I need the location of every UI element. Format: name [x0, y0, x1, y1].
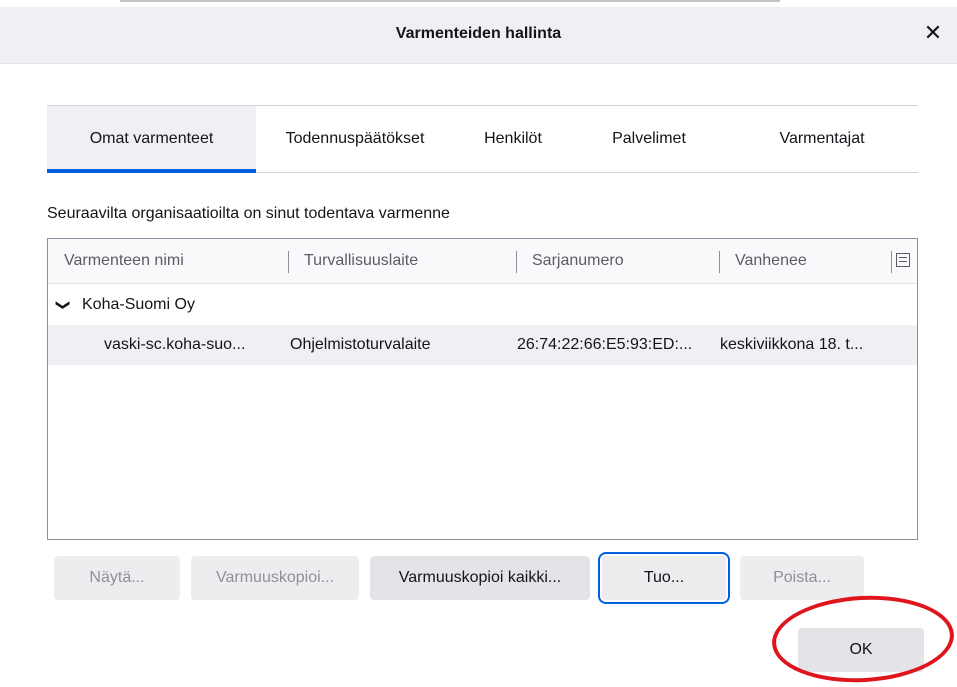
- tab-label: Palvelimet: [612, 130, 686, 147]
- tab-people[interactable]: Henkilöt: [454, 106, 572, 172]
- certificate-tabs: Omat varmenteet Todennuspäätökset Henkil…: [47, 105, 918, 173]
- tab-authentication-decisions[interactable]: Todennuspäätökset: [256, 106, 454, 172]
- dialog-title: Varmenteiden hallinta: [395, 25, 562, 42]
- tab-servers[interactable]: Palvelimet: [572, 106, 726, 172]
- column-header-name[interactable]: Varmenteen nimi: [64, 239, 184, 283]
- tab-label: Varmentajat: [779, 130, 865, 147]
- column-picker-icon[interactable]: [896, 253, 910, 267]
- column-splitter[interactable]: [719, 251, 720, 273]
- tab-authorities[interactable]: Varmentajat: [726, 106, 918, 172]
- ok-button[interactable]: OK: [798, 628, 924, 672]
- window-top-border: [120, 0, 780, 2]
- column-header-expires[interactable]: Vanhenee: [735, 239, 807, 283]
- tree-group-row[interactable]: ❯ Koha-Suomi Oy: [48, 285, 917, 325]
- tab-description: Seuraavilta organisaatioilta on sinut to…: [47, 205, 450, 222]
- tab-label: Omat varmenteet: [89, 130, 214, 147]
- backup-button[interactable]: Varmuuskopioi...: [191, 556, 359, 600]
- cell-expires: keskiviikkona 18. t...: [720, 336, 864, 353]
- chevron-down-icon[interactable]: ❯: [48, 299, 84, 311]
- tab-own-certificates[interactable]: Omat varmenteet: [47, 106, 256, 173]
- tab-label: Henkilöt: [484, 130, 542, 147]
- view-button[interactable]: Näytä...: [54, 556, 180, 600]
- dialog-titlebar: Varmenteiden hallinta ✕: [0, 7, 957, 64]
- column-splitter: [891, 251, 892, 273]
- table-row[interactable]: vaski-sc.koha-suo... Ohjelmistoturvalait…: [48, 325, 917, 365]
- column-splitter[interactable]: [288, 251, 289, 273]
- cell-security-device: Ohjelmistoturvalaite: [290, 336, 431, 353]
- group-name: Koha-Suomi Oy: [82, 296, 195, 313]
- backup-all-button[interactable]: Varmuuskopioi kaikki...: [370, 556, 590, 600]
- close-icon[interactable]: ✕: [921, 21, 945, 45]
- delete-button[interactable]: Poista...: [740, 556, 864, 600]
- tab-label: Todennuspäätökset: [285, 130, 425, 147]
- import-button[interactable]: Tuo...: [598, 552, 730, 604]
- cell-serial-number: 26:74:22:66:E5:93:ED:...: [517, 336, 693, 353]
- column-splitter[interactable]: [516, 251, 517, 273]
- column-header-serial[interactable]: Sarjanumero: [532, 239, 624, 283]
- cell-certificate-name: vaski-sc.koha-suo...: [104, 336, 246, 353]
- tree-header: Varmenteen nimi Turvallisuuslaite Sarjan…: [48, 239, 917, 284]
- column-header-device[interactable]: Turvallisuuslaite: [304, 239, 418, 283]
- certificate-tree[interactable]: Varmenteen nimi Turvallisuuslaite Sarjan…: [47, 238, 918, 540]
